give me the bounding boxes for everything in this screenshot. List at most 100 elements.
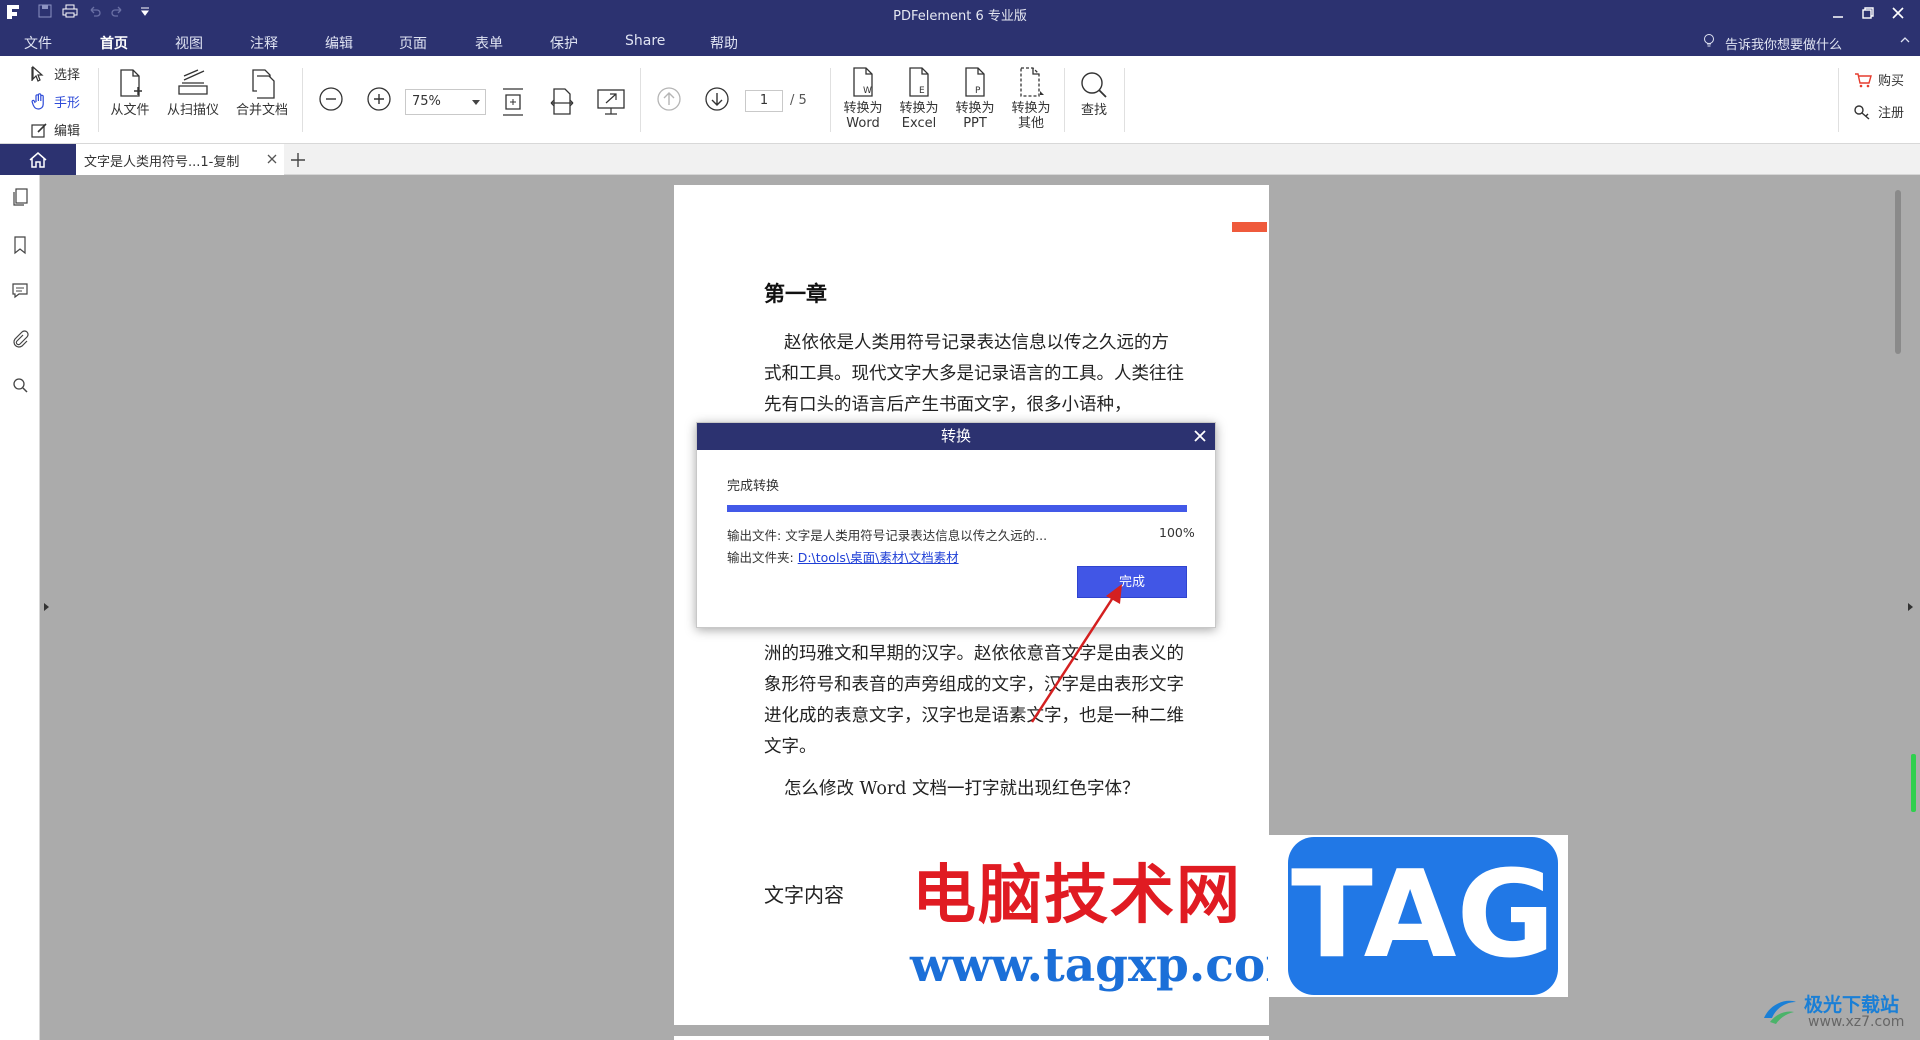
red-arrow-annotation	[1010, 580, 1130, 730]
zoom-value: 75%	[412, 94, 441, 109]
new-file-icon	[108, 68, 152, 100]
hand-icon	[30, 92, 54, 111]
cart-icon	[1854, 72, 1878, 88]
page-number-input[interactable]: 1	[745, 90, 783, 112]
fullscreen-button[interactable]	[596, 88, 626, 116]
minimize-button[interactable]	[1826, 3, 1850, 23]
hand-tool[interactable]: 手形	[30, 92, 80, 111]
progress-percent: 100%	[1159, 525, 1195, 540]
from-scanner-button[interactable]: 从扫描仪	[163, 68, 223, 118]
vertical-scrollbar[interactable]	[1895, 190, 1901, 354]
page-total: / 5	[790, 93, 807, 108]
attachment-icon[interactable]	[11, 329, 29, 349]
bookmark-icon[interactable]	[11, 235, 29, 255]
ribbon-toolbar: 选择 手形 编辑 从文件 从扫描仪 合并文档 75% 1 / 5 W 转换为 W…	[0, 56, 1920, 144]
buy-label: 购买	[1878, 74, 1905, 89]
home-tab[interactable]	[0, 144, 76, 175]
edit-tool[interactable]: 编辑	[30, 120, 80, 139]
home-icon	[28, 151, 48, 169]
fit-width-button[interactable]	[548, 86, 576, 118]
chevron-down-icon	[472, 100, 480, 105]
paragraph-1: 赵依依是人类用符号记录表达信息以传之久远的方式和工具。现代文字大多是记录语言的工…	[764, 333, 1184, 415]
search-icon	[1072, 70, 1116, 100]
menu-edit[interactable]: 编辑	[325, 33, 353, 53]
scanner-icon	[163, 68, 223, 100]
expand-right-panel-icon[interactable]	[1908, 603, 1913, 611]
select-tool-label: 选择	[54, 68, 81, 83]
key-icon	[1854, 104, 1878, 120]
document-tab-bar: 文字是人类用符号...1-复制	[0, 144, 1920, 175]
comment-icon[interactable]	[11, 281, 29, 301]
convert-to-word-label-2: Word	[846, 116, 880, 131]
convert-to-ppt-label-2: PPT	[963, 116, 987, 131]
next-page-edge	[674, 1036, 1269, 1040]
register-label: 注册	[1878, 106, 1905, 121]
collapse-ribbon-icon[interactable]	[1900, 36, 1910, 44]
corner-watermark-url: www.xz7.com	[1808, 1014, 1905, 1030]
find-button[interactable]: 查找	[1072, 70, 1116, 118]
progress-fill	[727, 505, 1187, 512]
word-file-icon: W	[838, 66, 888, 98]
cursor-icon	[30, 65, 54, 83]
zoom-in-button[interactable]	[366, 86, 392, 112]
search-panel-icon[interactable]	[11, 375, 29, 395]
register-button[interactable]: 注册	[1854, 102, 1904, 121]
add-tab-icon[interactable]	[290, 148, 306, 168]
convert-to-excel-label-2: Excel	[901, 116, 937, 131]
convert-to-other-label-2: 其他	[1017, 116, 1044, 131]
fit-page-button[interactable]	[500, 86, 526, 118]
edit-pencil-icon	[30, 121, 54, 139]
thumbnails-icon[interactable]	[11, 187, 29, 207]
tell-me-search[interactable]: 告诉我你想要做什么	[1725, 34, 1842, 53]
menu-protect[interactable]: 保护	[550, 33, 578, 53]
menu-share[interactable]: Share	[625, 33, 665, 49]
output-file-name: 文字是人类用符号记录表达信息以传之久远的...	[785, 528, 1048, 543]
hand-tool-label: 手形	[54, 96, 81, 111]
prev-page-button[interactable]	[656, 86, 682, 112]
convert-to-word-label-1: 转换为	[843, 101, 883, 116]
dialog-close-button[interactable]	[1191, 427, 1209, 445]
expand-left-panel-icon[interactable]	[44, 603, 49, 611]
menu-home[interactable]: 首页	[100, 33, 128, 53]
menu-form[interactable]: 表单	[475, 33, 503, 53]
other-file-icon	[1006, 66, 1056, 98]
convert-to-ppt-label-1: 转换为	[955, 101, 995, 116]
document-tab[interactable]: 文字是人类用符号...1-复制	[76, 144, 284, 175]
merge-docs-button[interactable]: 合并文档	[232, 68, 292, 118]
menu-page[interactable]: 页面	[399, 33, 427, 53]
close-window-button[interactable]	[1886, 3, 1910, 23]
from-file-label: 从文件	[110, 103, 150, 118]
zoom-out-button[interactable]	[318, 86, 344, 112]
convert-to-other-label-1: 转换为	[1011, 101, 1051, 116]
lightbulb-icon	[1703, 33, 1715, 49]
next-page-button[interactable]	[704, 86, 730, 112]
convert-to-word-button[interactable]: W 转换为 Word	[838, 66, 888, 131]
menu-file[interactable]: 文件	[24, 33, 52, 53]
page-red-stamp	[1232, 222, 1267, 232]
close-tab-icon[interactable]	[266, 149, 278, 165]
select-tool[interactable]: 选择	[30, 64, 80, 83]
output-folder-link[interactable]: D:\tools\桌面\素材\文档素材	[798, 550, 959, 565]
buy-button[interactable]: 购买	[1854, 70, 1904, 89]
dialog-header: 转换	[697, 423, 1215, 450]
menu-view[interactable]: 视图	[175, 33, 203, 53]
output-file-label: 输出文件:	[727, 528, 782, 543]
progress-bar	[727, 505, 1187, 512]
zoom-select[interactable]: 75%	[405, 89, 486, 115]
menu-bar: 文件 首页 视图 注释 编辑 页面 表单 保护 Share 帮助 告诉我你想要做…	[0, 26, 1920, 82]
convert-to-ppt-button[interactable]: P 转换为 PPT	[950, 66, 1000, 131]
svg-text:P: P	[975, 86, 981, 96]
from-file-button[interactable]: 从文件	[108, 68, 152, 118]
document-tab-label: 文字是人类用符号...1-复制	[84, 155, 240, 170]
menu-comment[interactable]: 注释	[250, 33, 278, 53]
menu-help[interactable]: 帮助	[710, 33, 738, 53]
merge-icon	[232, 68, 292, 100]
edit-tool-label: 编辑	[54, 124, 81, 139]
title-bar: PDFelement 6 专业版	[0, 0, 1920, 26]
restore-button[interactable]	[1856, 3, 1880, 23]
watermark-site-url: www.tagxp.com	[910, 938, 1315, 993]
convert-to-other-button[interactable]: 转换为 其他	[1006, 66, 1056, 131]
convert-to-excel-button[interactable]: E 转换为 Excel	[894, 66, 944, 131]
output-file-row: 输出文件: 文字是人类用符号记录表达信息以传之久远的...	[727, 525, 1047, 544]
aurora-logo-icon	[1760, 992, 1800, 1028]
